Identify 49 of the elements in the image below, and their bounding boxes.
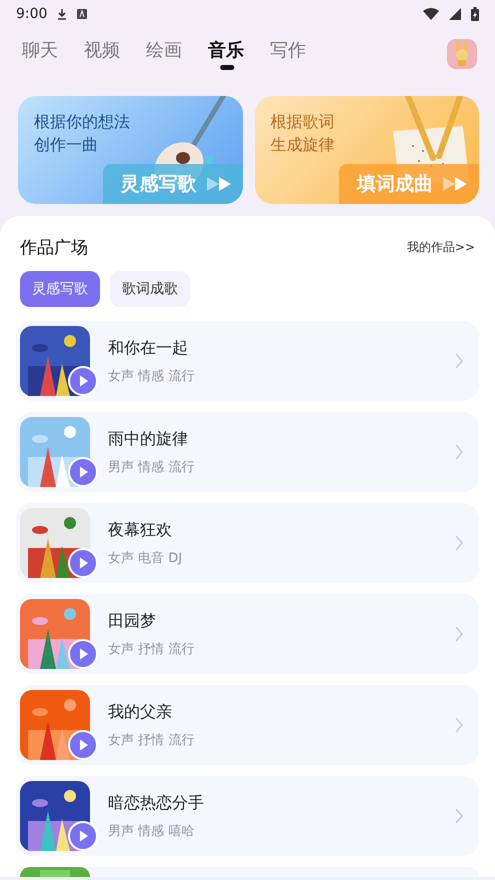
song-card[interactable]: 夜幕狂欢 女声 电音 DJ [16,503,479,583]
song-tags: 女声 抒情 流行 [108,640,455,658]
song-title: 夜幕狂欢 [108,520,173,540]
song-title: 田园梦 [108,610,157,632]
card-subtitle: 根据歌词 [270,111,336,133]
feature-card[interactable]: 根据你的想法 创作一曲 灵感写歌 [18,96,242,204]
download-icon [57,8,68,20]
card-subtitle: 生成旋律 [270,134,336,156]
nav-tab[interactable]: 写作 [266,38,318,70]
song-tags: 男声 情感 流行 [108,458,455,476]
chevron-right-icon [455,353,463,369]
play-icon[interactable] [68,548,98,578]
song-title: 我的父亲 [108,702,173,722]
card-subtitle: 创作一曲 [34,134,99,156]
song-title: 雨中的旋律 [108,428,189,450]
song-title: 暗恋热恋分手 [108,792,205,814]
chevron-right-icon [455,535,463,551]
song-tags: 男声 情感 嘻哈 [108,822,455,840]
play-icon [204,176,232,192]
song-card[interactable]: 暗恋热恋分手 男声 情感 嘻哈 [16,776,479,856]
notification-icon [77,9,88,19]
song-card[interactable]: 和你在一起 女声 情感 流行 [16,321,479,401]
song-tags: 女声 电音 DJ [108,548,455,566]
play-icon[interactable] [68,366,98,396]
song-tags: 女声 情感 流行 [108,366,455,384]
filter-chip[interactable]: 灵感写歌 [20,271,100,307]
song-card[interactable]: 我的父亲 女声 抒情 流行 [16,685,479,765]
chevron-right-icon [455,717,463,733]
nav-tab[interactable]: 音乐 [204,38,256,70]
section-title: 作品广场 [20,237,88,259]
chevron-right-icon [455,808,463,824]
chevron-right-icon [455,626,463,642]
nav-tab[interactable]: 绘画 [142,38,194,70]
play-icon [441,176,469,192]
chevron-right-icon [455,444,463,460]
song-card[interactable]: 田园梦 女声 抒情 流行 [16,594,479,674]
battery-icon [471,7,479,21]
filter-chip[interactable]: 歌词成歌 [110,271,190,307]
song-card[interactable]: 雨中的旋律 男声 情感 流行 [16,412,479,492]
signal-icon [449,8,461,20]
my-works-link[interactable]: 我的作品>> [406,239,475,256]
song-card[interactable] [16,867,479,877]
card-subtitle: 根据你的想法 [34,111,131,133]
nav-tab[interactable]: 视频 [80,38,132,70]
nav-tab[interactable]: 聊天 [18,38,70,70]
wifi-icon [423,8,439,20]
song-tags: 女声 抒情 流行 [108,730,455,748]
status-time: 9:00 [16,6,48,22]
song-title: 和你在一起 [108,338,189,358]
